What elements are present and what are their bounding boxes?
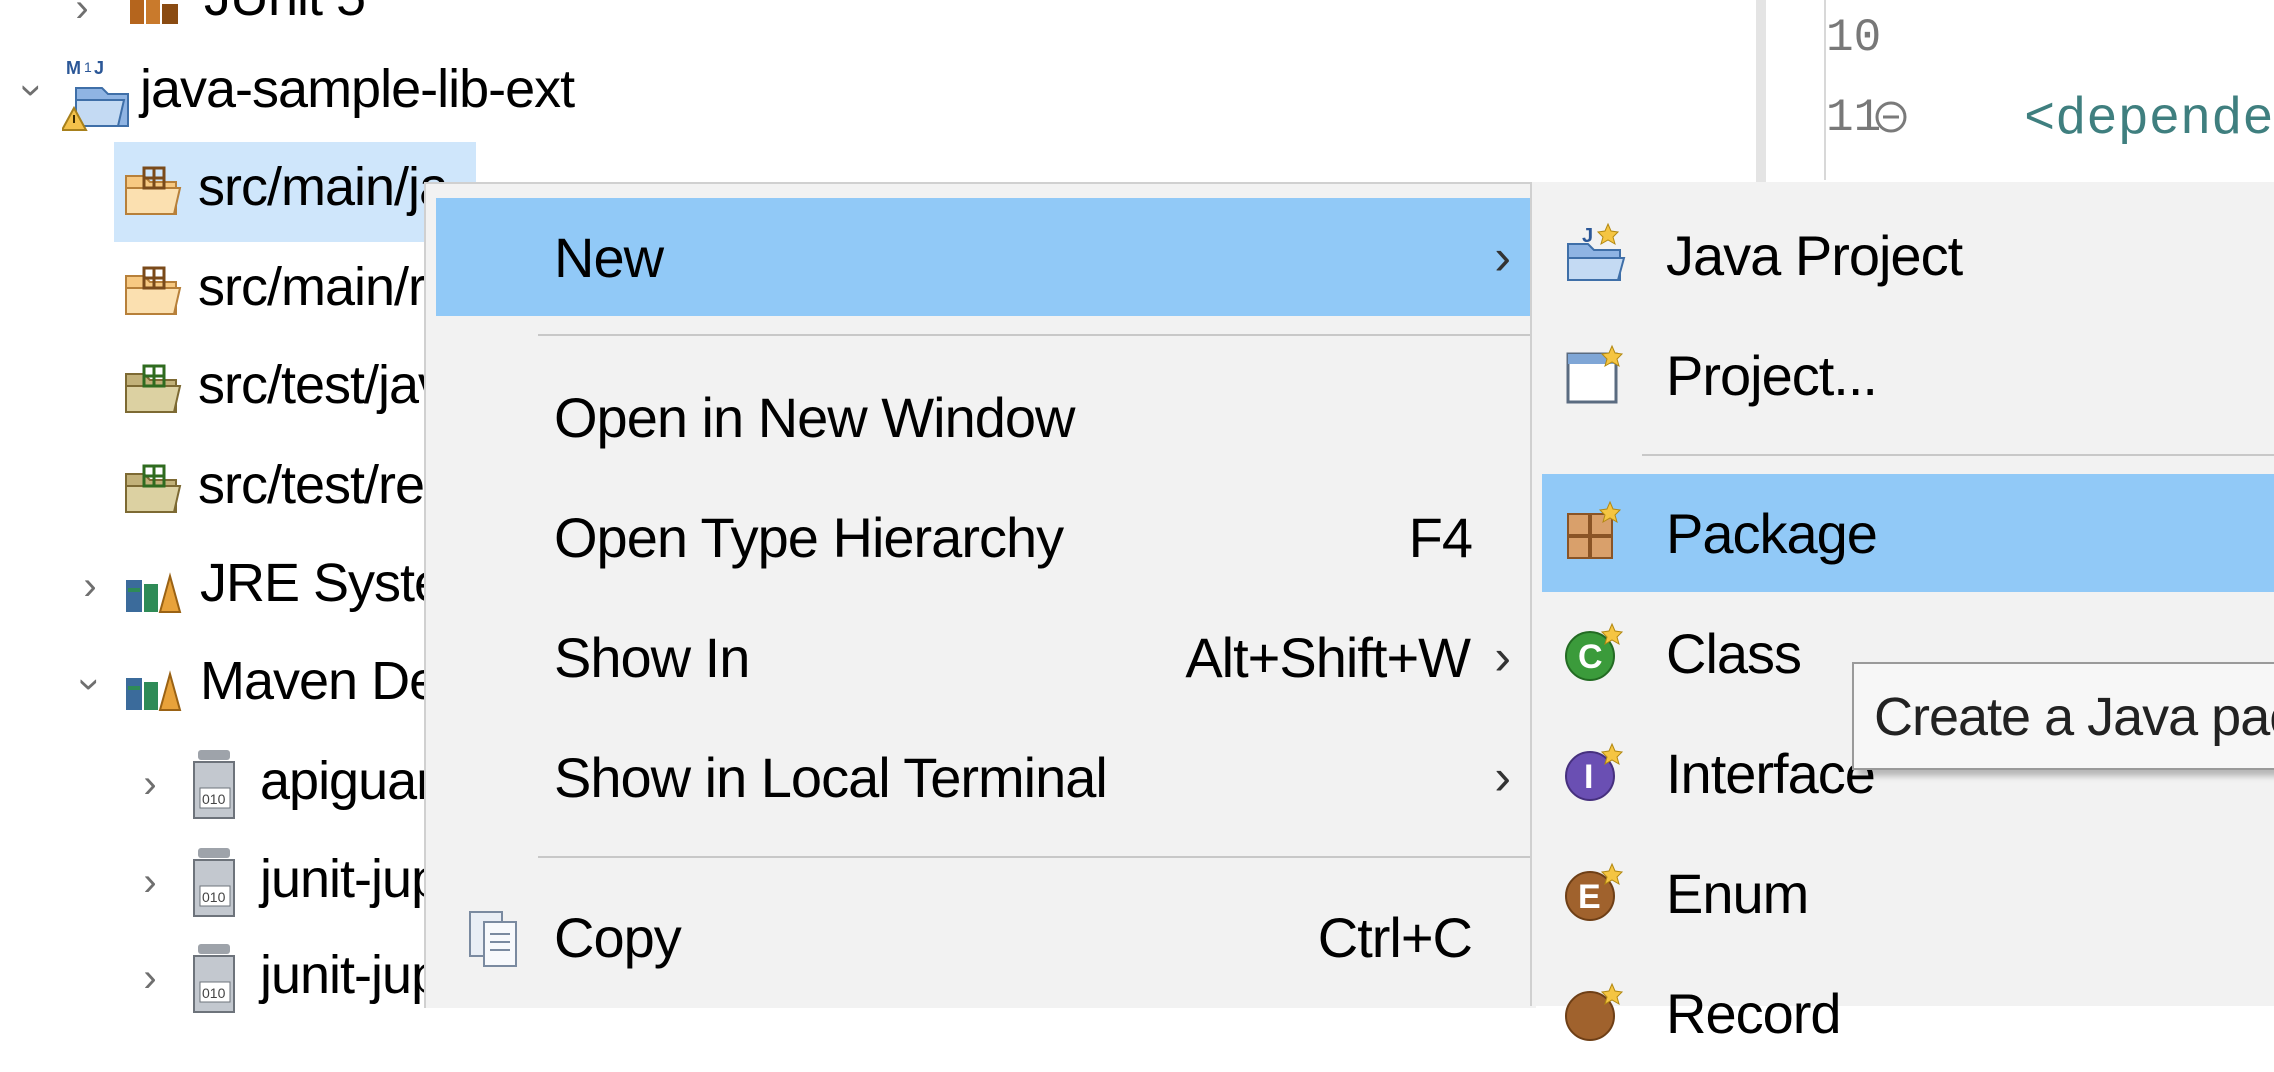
library-icon — [126, 572, 182, 613]
svg-text:J: J — [94, 58, 104, 78]
submenu-item-label: Package — [1666, 501, 1878, 565]
menu-separator — [538, 334, 1532, 336]
record-icon — [1565, 982, 1624, 1041]
tree-item-label: junit-jup — [260, 945, 441, 1005]
menu-item-label: Show in Local Terminal — [554, 745, 1108, 809]
copy-icon — [469, 911, 517, 967]
menu-item-label: Open Type Hierarchy — [554, 505, 1064, 569]
submenu-item-label: Enum — [1666, 861, 1809, 925]
svg-text:E: E — [1578, 878, 1600, 916]
submenu-item-label: Project... — [1666, 343, 1878, 407]
svg-text:010: 010 — [202, 791, 226, 807]
chevron-right-icon[interactable]: › — [130, 956, 170, 1001]
jar-icon: 010 — [193, 848, 235, 917]
enum-icon: E — [1565, 862, 1624, 921]
tree-item-project[interactable]: › M 1 J java-sample-lib-ext — [0, 54, 700, 134]
tree-item-label: src/test/jav — [198, 355, 445, 415]
jar-icon: 010 — [193, 944, 235, 1013]
package-icon — [1567, 500, 1622, 559]
line-number: 11 — [1826, 92, 1882, 144]
submenu-item-package[interactable]: Package — [1542, 474, 2274, 592]
maven-java-project-icon: M 1 J — [62, 58, 129, 131]
menu-item-new[interactable]: New › — [436, 198, 1532, 316]
menu-item-open-type-hierarchy[interactable]: Open Type Hierarchy F4 — [436, 478, 1532, 596]
tree-item-label: JUnit 5 — [204, 0, 366, 28]
tree-item-label: src/main/ja — [198, 157, 449, 217]
menu-item-open-in-new-window[interactable]: Open in New Window — [436, 358, 1532, 476]
menu-separator — [1642, 454, 2274, 456]
menu-item-show-in[interactable]: Show In Alt+Shift+W › — [436, 598, 1532, 716]
source-folder-icon — [125, 266, 182, 315]
library-icon — [130, 0, 178, 24]
interface-icon: I — [1565, 742, 1624, 801]
test-source-folder-icon — [125, 364, 182, 413]
svg-text:M: M — [66, 58, 81, 78]
submenu-arrow-icon: › — [1494, 229, 1511, 285]
submenu-item-label: Record — [1666, 981, 1842, 1045]
svg-text:010: 010 — [202, 889, 226, 905]
svg-text:I: I — [1584, 758, 1592, 796]
submenu-item-label: Class — [1666, 621, 1802, 685]
menu-item-show-in-local-terminal[interactable]: Show in Local Terminal › — [436, 718, 1532, 836]
menu-item-copy[interactable]: Copy Ctrl+C — [436, 878, 1532, 996]
tree-item-label: src/test/res — [198, 455, 451, 515]
project-icon — [1566, 344, 1624, 404]
test-source-folder-icon — [125, 464, 182, 513]
jar-icon: 010 — [193, 750, 235, 819]
fold-collapse-icon[interactable] — [1874, 100, 1908, 134]
menu-item-shortcut: Ctrl+C — [1317, 905, 1473, 969]
chevron-right-icon[interactable]: › — [130, 762, 170, 807]
line-number: 10 — [1826, 12, 1882, 64]
submenu-item-java-project[interactable]: J Java Project — [1542, 196, 2274, 314]
menu-item-label: New — [554, 225, 664, 289]
project-name: java-sample-lib-ext — [140, 59, 575, 119]
chevron-down-icon[interactable]: › — [10, 71, 55, 111]
chevron-right-icon[interactable]: › — [130, 860, 170, 905]
context-menu: New › Open in New Window Open Type Hiera… — [424, 182, 1536, 1008]
chevron-right-icon[interactable]: › — [70, 564, 110, 609]
source-folder-icon — [125, 166, 182, 215]
menu-item-label: Copy — [554, 905, 682, 969]
submenu-item-label: Interface — [1666, 741, 1876, 805]
menu-separator — [538, 856, 1532, 858]
menu-item-label: Open in New Window — [554, 385, 1075, 449]
menu-item-label: Show In — [554, 625, 750, 689]
java-project-icon: J — [1567, 222, 1626, 281]
tooltip: Create a Java packa — [1852, 662, 2274, 770]
library-icon — [126, 670, 182, 711]
tree-item-label: junit-jup — [260, 849, 441, 909]
svg-text:010: 010 — [202, 985, 226, 1001]
submenu-item-label: Java Project — [1666, 223, 1963, 287]
class-icon: C — [1565, 622, 1624, 681]
svg-text:1: 1 — [84, 59, 92, 75]
chevron-down-icon[interactable]: › — [68, 665, 113, 705]
submenu-item-enum[interactable]: E Enum — [1542, 834, 2274, 952]
tree-item-label: src/main/re — [198, 257, 455, 317]
submenu-arrow-icon: › — [1494, 629, 1511, 685]
menu-item-shortcut: Alt+Shift+W — [1185, 625, 1471, 689]
submenu-item-project[interactable]: Project... — [1542, 316, 2274, 434]
svg-text:C: C — [1578, 638, 1602, 676]
menu-item-shortcut: F4 — [1408, 505, 1473, 569]
tooltip-text: Create a Java packa — [1874, 687, 2274, 747]
new-submenu: J Java Project Project... Package C Clas… — [1530, 182, 2274, 1045]
chevron-right-icon[interactable]: › — [62, 0, 102, 31]
code-line: <dependen — [2024, 90, 2274, 149]
submenu-arrow-icon: › — [1494, 749, 1511, 805]
submenu-item-record[interactable]: Record — [1542, 954, 2274, 1072]
svg-text:J: J — [1582, 225, 1592, 247]
